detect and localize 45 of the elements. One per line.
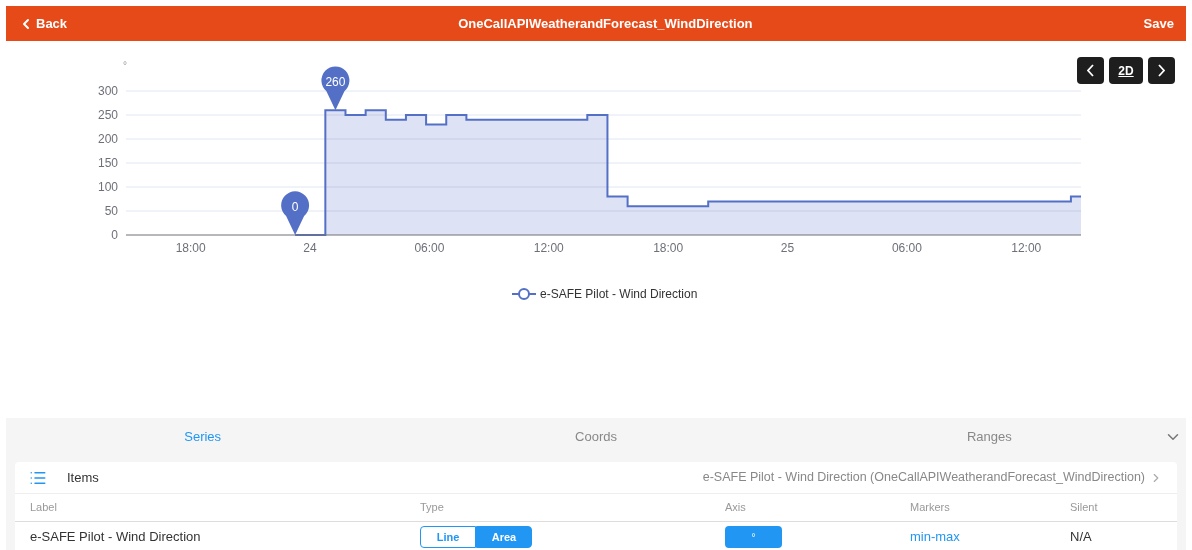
column-header: Type: [420, 500, 445, 516]
type-toggle[interactable]: Area: [476, 526, 532, 548]
items-title: Items: [67, 468, 99, 487]
x-tick-label: 25: [780, 241, 795, 255]
axis-button[interactable]: °: [725, 526, 782, 548]
y-tick-label: 200: [97, 132, 118, 146]
x-tick-label: 12:00: [1011, 241, 1042, 255]
x-tick-label: 18:00: [653, 241, 684, 255]
x-tick-label: 18:00: [175, 241, 206, 255]
y-tick-label: 150: [97, 156, 118, 170]
selected-series[interactable]: e-SAFE Pilot - Wind Direction (OneCallAPIWeatherandForecast_WindDirection): [702, 468, 1145, 487]
annotation: 0: [291, 200, 299, 214]
tab[interactable]: Coords: [399, 427, 793, 447]
column-header: Label: [30, 500, 58, 516]
next-button[interactable]: [1148, 57, 1175, 84]
save-button[interactable]: Save: [1143, 13, 1174, 34]
zoom-level-button[interactable]: 2D: [1109, 57, 1143, 84]
legend-label[interactable]: e-SAFE Pilot - Wind Direction: [540, 285, 698, 303]
y-tick-label: 50: [104, 204, 118, 218]
x-tick-label: 12:00: [533, 241, 564, 255]
marker-pin: 260: [321, 66, 350, 111]
legend-icon[interactable]: [512, 287, 536, 301]
x-tick-label: 24: [303, 241, 317, 255]
chevron-right-icon: [1158, 64, 1165, 77]
page-title: OneCallAPIWeatherandForecast_WindDirection: [458, 14, 753, 33]
column-header: Silent: [1070, 500, 1099, 516]
back-button[interactable]: Back: [18, 13, 68, 34]
y-tick-label: 100: [97, 180, 118, 194]
column-header: Markers: [910, 500, 951, 516]
previous-button[interactable]: [1077, 57, 1104, 84]
tab[interactable]: Ranges: [792, 427, 1186, 447]
column-header: Axis: [725, 500, 747, 516]
markers-link[interactable]: min-max: [910, 527, 1070, 547]
y-tick-label: 250: [97, 108, 118, 122]
y-tick-label: 0: [111, 228, 118, 242]
x-tick-label: 06:00: [414, 241, 445, 255]
type-toggle[interactable]: Line: [420, 526, 476, 548]
tab[interactable]: Series: [6, 427, 400, 447]
y-axis-unit: °: [123, 60, 127, 71]
series-label: e-SAFE Pilot - Wind Direction: [30, 528, 202, 547]
marker-pin: 0: [281, 191, 310, 235]
y-tick-label: 300: [97, 84, 118, 98]
silent-value: N/A: [1070, 528, 1093, 547]
chevron-left-icon: [1087, 64, 1094, 77]
x-tick-label: 06:00: [891, 241, 922, 255]
